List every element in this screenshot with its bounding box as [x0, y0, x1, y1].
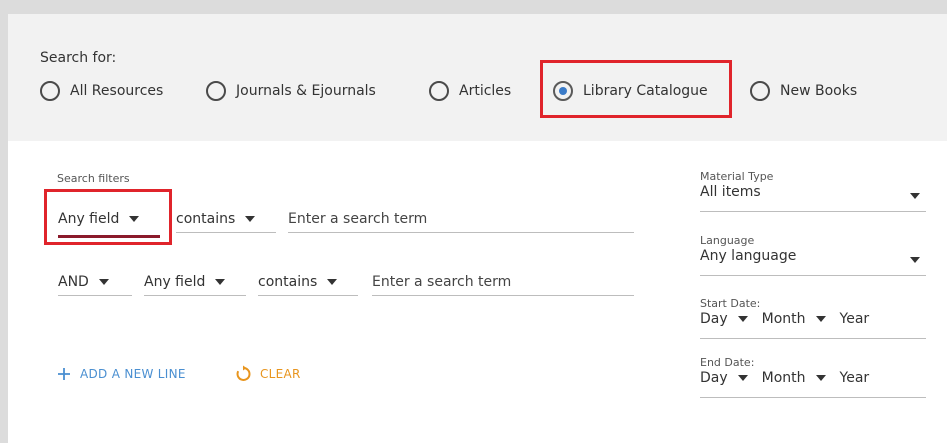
search-filters-label: Search filters — [57, 172, 130, 185]
radio-label: Library Catalogue — [583, 83, 708, 99]
language-value: Any language — [700, 248, 797, 264]
caret-down-icon — [327, 278, 338, 285]
condition-value: contains — [176, 210, 236, 227]
language-label: Language — [700, 234, 755, 247]
field-dropdown-2[interactable]: Any field — [144, 268, 246, 296]
search-for-label: Search for: — [40, 50, 117, 66]
caret-down-icon — [215, 278, 226, 285]
add-new-line-button[interactable]: ADD A NEW LINE — [57, 367, 186, 381]
search-term-input-1[interactable] — [288, 205, 634, 233]
add-new-line-label: ADD A NEW LINE — [80, 367, 186, 381]
radio-articles[interactable]: Articles — [429, 77, 511, 105]
clear-label: CLEAR — [260, 367, 301, 381]
caret-down-icon — [245, 215, 256, 222]
end-day-dropdown[interactable]: Day — [700, 370, 748, 386]
radio-journals-ejournals[interactable]: Journals & Ejournals — [206, 77, 376, 105]
year-value: Year — [839, 370, 870, 386]
condition-value: contains — [258, 273, 318, 290]
plus-icon — [58, 368, 70, 380]
year-value: Year — [839, 311, 870, 327]
operator-dropdown-2[interactable]: AND — [58, 268, 132, 296]
field-value: Any field — [58, 211, 120, 227]
radio-all-resources[interactable]: All Resources — [40, 77, 163, 105]
start-month-dropdown[interactable]: Month — [762, 311, 826, 327]
refresh-icon — [236, 365, 251, 381]
top-border — [0, 0, 947, 14]
start-date-label: Start Date: — [700, 297, 761, 310]
caret-down-icon — [98, 278, 109, 285]
material-type-value: All items — [700, 184, 761, 200]
radio-label: New Books — [780, 83, 858, 99]
caret-down-icon — [910, 193, 920, 199]
operator-value: AND — [58, 273, 89, 290]
radio-label: Articles — [459, 83, 512, 99]
left-border — [0, 14, 8, 443]
end-date-label: End Date: — [700, 356, 755, 369]
end-date-group: End Date: Day Month Year — [700, 356, 926, 398]
radio-label: Journals & Ejournals — [236, 83, 376, 99]
caret-down-icon — [815, 375, 826, 381]
start-day-dropdown[interactable]: Day — [700, 311, 748, 327]
condition-dropdown-1[interactable]: contains — [176, 205, 276, 233]
month-value: Month — [761, 311, 806, 327]
start-date-group: Start Date: Day Month Year — [700, 297, 926, 339]
radio-new-books[interactable]: New Books — [750, 77, 857, 105]
day-value: Day — [700, 370, 728, 386]
end-year-dropdown[interactable]: Year — [840, 370, 870, 386]
radio-library-catalogue[interactable]: Library Catalogue — [553, 77, 708, 105]
clear-button[interactable]: CLEAR — [234, 365, 301, 383]
month-value: Month — [761, 370, 806, 386]
radio-unchecked-icon — [429, 81, 449, 101]
caret-down-icon — [129, 216, 140, 222]
day-value: Day — [700, 311, 728, 327]
field-dropdown-underline — [58, 235, 160, 238]
language-dropdown[interactable]: Language Any language — [700, 234, 926, 276]
caret-down-icon — [737, 375, 748, 381]
radio-checked-icon — [553, 81, 573, 101]
condition-dropdown-2[interactable]: contains — [258, 268, 358, 296]
radio-unchecked-icon — [40, 81, 60, 101]
caret-down-icon — [737, 316, 748, 322]
material-type-dropdown[interactable]: Material Type All items — [700, 170, 926, 212]
caret-down-icon — [910, 257, 920, 263]
radio-unchecked-icon — [206, 81, 226, 101]
search-term-input-2[interactable] — [372, 268, 634, 296]
start-year-dropdown[interactable]: Year — [840, 311, 870, 327]
field-dropdown-1[interactable]: Any field — [58, 205, 160, 233]
material-type-label: Material Type — [700, 170, 774, 183]
radio-unchecked-icon — [750, 81, 770, 101]
end-month-dropdown[interactable]: Month — [762, 370, 826, 386]
caret-down-icon — [815, 316, 826, 322]
radio-label: All Resources — [70, 83, 164, 99]
field-value: Any field — [144, 273, 206, 290]
